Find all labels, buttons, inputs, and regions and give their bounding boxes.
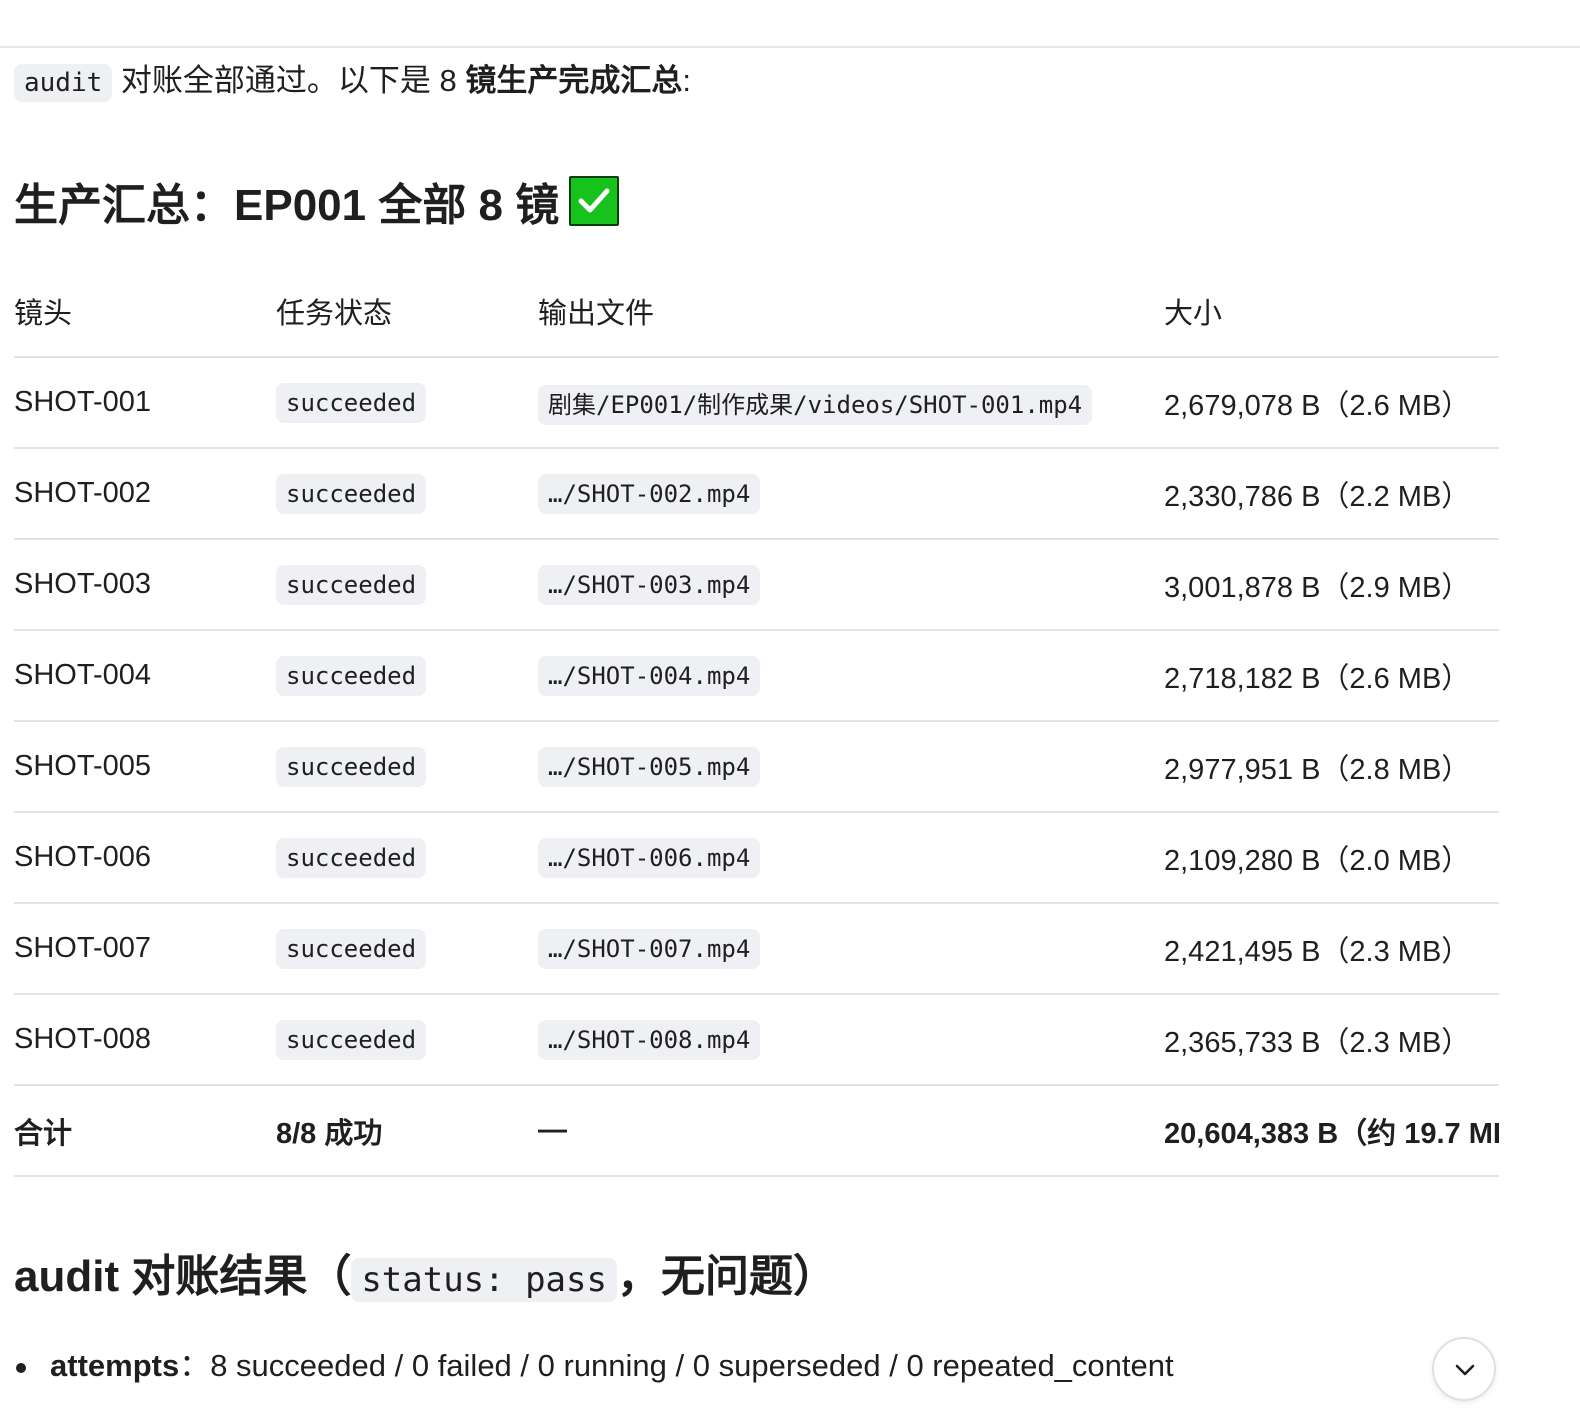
bullet-label: attempts — [50, 1348, 180, 1383]
file-path: …/SHOT-005.mp4 — [538, 747, 761, 787]
cell-size: 2,109,280 B（2.0 MB） — [1164, 812, 1499, 904]
cell-file: 剧集/EP001/制作成果/videos/SHOT-001.mp4 — [538, 357, 1164, 449]
cell-shot: SHOT-002 — [14, 448, 276, 540]
cell-size: 3,001,878 B（2.9 MB） — [1164, 539, 1499, 631]
check-mark-button-icon — [569, 176, 620, 226]
intro-colon: : — [682, 63, 691, 98]
file-path: …/SHOT-006.mp4 — [538, 838, 761, 878]
intro-paragraph: audit 对账全部通过。以下是 8 镜生产完成汇总: — [14, 58, 691, 106]
cell-size: 2,718,182 B（2.6 MB） — [1164, 630, 1499, 722]
cell-shot: SHOT-008 — [14, 994, 276, 1086]
list-item: attempts：8 succeeded / 0 failed / 0 runn… — [14, 1343, 1174, 1389]
cell-file: …/SHOT-002.mp4 — [538, 448, 1164, 540]
scroll-to-bottom-button[interactable] — [1432, 1337, 1496, 1401]
cell-status: succeeded — [276, 539, 538, 631]
inline-code-audit: audit — [14, 64, 113, 102]
cell-shot: SHOT-001 — [14, 357, 276, 449]
cell-status: succeeded — [276, 448, 538, 540]
total-status: 8/8 成功 — [276, 1085, 538, 1177]
audit-heading: audit 对账结果（ status: pass ，无问题） — [14, 1246, 837, 1311]
file-path: …/SHOT-003.mp4 — [538, 565, 761, 605]
file-path: …/SHOT-008.mp4 — [538, 1020, 761, 1060]
cell-status: succeeded — [276, 721, 538, 813]
cell-shot: SHOT-003 — [14, 539, 276, 631]
status-badge: succeeded — [276, 474, 427, 514]
cell-shot: SHOT-006 — [14, 812, 276, 904]
cell-shot: SHOT-007 — [14, 903, 276, 995]
file-path: 剧集/EP001/制作成果/videos/SHOT-001.mp4 — [538, 384, 1093, 425]
table-row: SHOT-003 succeeded …/SHOT-003.mp4 3,001,878… — [14, 539, 1499, 631]
audit-bullet-list: attempts：8 succeeded / 0 failed / 0 runn… — [14, 1343, 1174, 1389]
table-total-row: 合计8/8 成功—20,604,383 B（约 19.7 MB） — [14, 1085, 1499, 1177]
status-badge: succeeded — [276, 929, 427, 969]
inline-code-status: status: pass — [351, 1258, 617, 1302]
cell-status: succeeded — [276, 903, 538, 995]
table-header-row: 镜头 任务状态 输出文件 大小 — [14, 266, 1499, 358]
cell-status: succeeded — [276, 812, 538, 904]
table-row: SHOT-005 succeeded …/SHOT-005.mp4 2,977,951… — [14, 721, 1499, 813]
intro-text: 对账全部通过。以下是 8 — [112, 63, 466, 98]
cell-size: 2,365,733 B（2.3 MB） — [1164, 994, 1499, 1086]
table-row: SHOT-001 succeeded 剧集/EP001/制作成果/videos/SH… — [14, 357, 1499, 449]
audit-heading-text: audit 对账结果（ — [14, 1252, 352, 1301]
summary-table: 镜头 任务状态 输出文件 大小 SHOT-001 succeeded 剧集/EP00… — [14, 266, 1499, 1177]
cell-shot: SHOT-005 — [14, 721, 276, 813]
cell-file: …/SHOT-008.mp4 — [538, 994, 1164, 1086]
summary-heading-text: 生产汇总：EP001 全部 8 镜 — [14, 181, 560, 230]
header-file: 输出文件 — [538, 266, 1164, 358]
file-path: …/SHOT-002.mp4 — [538, 474, 761, 514]
table-body: SHOT-001 succeeded 剧集/EP001/制作成果/videos/SH… — [14, 357, 1499, 1177]
table-row: SHOT-006 succeeded …/SHOT-006.mp4 2,109,280… — [14, 812, 1499, 904]
cell-size: 2,421,495 B（2.3 MB） — [1164, 903, 1499, 995]
table-row: SHOT-007 succeeded …/SHOT-007.mp4 2,421,495… — [14, 903, 1499, 995]
header-status: 任务状态 — [276, 266, 538, 358]
total-size: 20,604,383 B（约 19.7 MB） — [1164, 1085, 1499, 1177]
file-path: …/SHOT-004.mp4 — [538, 656, 761, 696]
cell-shot: SHOT-004 — [14, 630, 276, 722]
table-row: SHOT-008 succeeded …/SHOT-008.mp4 2,365,733… — [14, 994, 1499, 1086]
status-badge: succeeded — [276, 747, 427, 787]
status-badge: succeeded — [276, 656, 427, 696]
cell-size: 2,977,951 B（2.8 MB） — [1164, 721, 1499, 813]
cell-size: 2,330,786 B（2.2 MB） — [1164, 448, 1499, 540]
status-badge: succeeded — [276, 383, 427, 423]
cell-status: succeeded — [276, 357, 538, 449]
audit-heading-tail: ，无问题） — [616, 1252, 837, 1301]
cell-file: …/SHOT-005.mp4 — [538, 721, 1164, 813]
cell-file: …/SHOT-007.mp4 — [538, 903, 1164, 995]
header-shot: 镜头 — [14, 266, 276, 358]
status-badge: succeeded — [276, 1020, 427, 1060]
cell-status: succeeded — [276, 994, 538, 1086]
cell-file: …/SHOT-004.mp4 — [538, 630, 1164, 722]
cell-file: …/SHOT-006.mp4 — [538, 812, 1164, 904]
table-row: SHOT-004 succeeded …/SHOT-004.mp4 2,718,182… — [14, 630, 1499, 722]
total-file: — — [538, 1085, 1164, 1177]
file-path: …/SHOT-007.mp4 — [538, 929, 761, 969]
summary-heading: 生产汇总：EP001 全部 8 镜 — [14, 176, 620, 236]
cell-file: …/SHOT-003.mp4 — [538, 539, 1164, 631]
cell-status: succeeded — [276, 630, 538, 722]
status-badge: succeeded — [276, 838, 427, 878]
header-size: 大小 — [1164, 266, 1499, 358]
total-label: 合计 — [14, 1085, 276, 1177]
table-row: SHOT-002 succeeded …/SHOT-002.mp4 2,330,786… — [14, 448, 1499, 540]
status-badge: succeeded — [276, 565, 427, 605]
cell-size: 2,679,078 B（2.6 MB） — [1164, 357, 1499, 449]
bullet-sep: ： — [179, 1348, 211, 1383]
intro-bold: 镜生产完成汇总 — [465, 63, 683, 98]
bullet-text: 8 succeeded / 0 failed / 0 running / 0 s… — [210, 1348, 1174, 1383]
top-divider — [0, 46, 1580, 48]
